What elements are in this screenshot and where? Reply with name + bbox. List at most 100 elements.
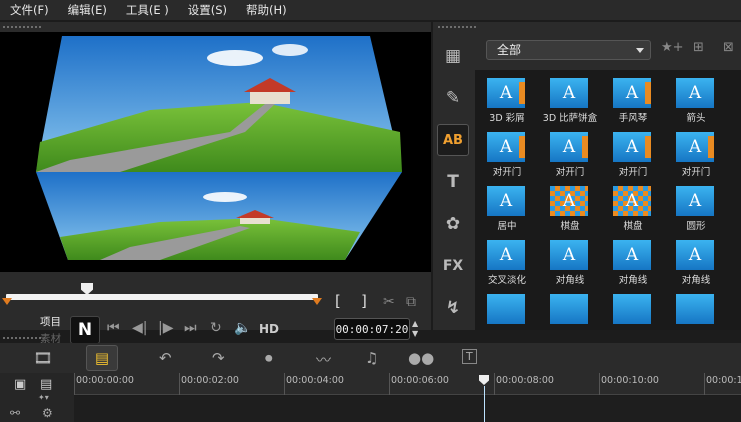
transition-item[interactable]: [666, 288, 726, 330]
player-scrub-bar[interactable]: [6, 294, 318, 300]
transition-item[interactable]: A 3D 彩屑: [477, 72, 537, 126]
prev-frame-icon[interactable]: ◀|: [132, 320, 147, 336]
timeline-ruler[interactable]: 00:00:00:00 00:00:02:00 00:00:04:00 00:00:0…: [74, 373, 741, 395]
auto-music-icon[interactable]: ♫: [365, 349, 378, 367]
library-tabs: ▦ ✎ AB T ✿ FX ↯: [433, 36, 471, 330]
library-grip[interactable]: [437, 25, 477, 29]
project-mode-label[interactable]: 项目: [40, 314, 61, 329]
transition-label: 3D 比萨饼盒: [542, 113, 598, 124]
player-grip[interactable]: [2, 25, 42, 29]
add-favorite-icon[interactable]: ★+: [661, 40, 684, 55]
transition-item[interactable]: A 手风琴: [603, 72, 663, 126]
track-manager-icon[interactable]: ✦▾: [38, 393, 49, 402]
transition-item[interactable]: A 对开门: [540, 126, 600, 180]
scissors-icon[interactable]: ✂: [383, 294, 395, 310]
mark-out-button[interactable]: ]: [361, 292, 367, 310]
overlay-track-icon[interactable]: ▤: [40, 377, 52, 392]
ruler-tick-label: 00:00:10:00: [601, 375, 659, 386]
transition-item[interactable]: [477, 288, 537, 330]
transition-tab[interactable]: AB: [437, 124, 469, 156]
menu-settings[interactable]: 设置(S): [178, 2, 236, 18]
transition-item[interactable]: A 棋盘: [540, 180, 600, 234]
ruler-tick-label: 00:00:02:00: [181, 375, 239, 386]
transition-label: 棋盘: [623, 221, 643, 232]
ruler-tick: [704, 373, 705, 395]
volume-icon[interactable]: 🔈: [234, 320, 251, 336]
repeat-icon[interactable]: ↻: [210, 320, 222, 336]
transition-thumbnail: [487, 294, 525, 324]
transition-item[interactable]: A 对开门: [666, 126, 726, 180]
record-capture-icon[interactable]: ⏺: [265, 349, 273, 367]
category-value: 全部: [497, 43, 522, 57]
next-frame-icon[interactable]: |▶: [158, 320, 173, 336]
enlarge-icon[interactable]: ⧉: [406, 294, 416, 310]
hd-preview-toggle[interactable]: HD: [259, 322, 279, 336]
transition-label: 对角线: [681, 275, 711, 286]
transition-thumbnail: A: [550, 132, 588, 162]
filter-tab[interactable]: FX: [437, 250, 469, 282]
ruler-tick-label: 00:00:12: [706, 375, 741, 386]
motion-tracking-icon[interactable]: ●●: [408, 349, 434, 367]
undo-icon[interactable]: ↶: [159, 349, 172, 367]
transition-item[interactable]: A 箭头: [666, 72, 726, 126]
video-track[interactable]: [74, 396, 741, 422]
video-track-icon[interactable]: ▣: [14, 377, 26, 392]
sound-mixer-icon[interactable]: 〰: [316, 349, 331, 370]
home-icon[interactable]: ⏮: [107, 320, 120, 336]
transition-thumbnail: A: [550, 240, 588, 270]
timeline-grip[interactable]: [2, 336, 42, 340]
transition-thumbnail: [613, 294, 651, 324]
mark-in-button[interactable]: [: [335, 292, 341, 310]
transition-item[interactable]: A 圆形: [666, 180, 726, 234]
options-icon[interactable]: ⊠: [723, 40, 734, 55]
transition-item[interactable]: A 交叉淡化: [477, 234, 537, 288]
media-tab-icon[interactable]: ▦: [437, 40, 469, 72]
transition-thumbnail: A: [487, 78, 525, 108]
transition-thumbnail: A: [676, 186, 714, 216]
transition-label: 箭头: [686, 113, 706, 124]
play-button[interactable]: N: [70, 316, 100, 344]
ruler-tick: [494, 373, 495, 395]
transition-item[interactable]: A 3D 比萨饼盒: [540, 72, 600, 126]
transition-grid: A 3D 彩屑 A 3D 比萨饼盒 A 手风琴 A 箭头 A 对开门 A 对开门 A 对开门 A 对开门 A 居中…: [475, 70, 741, 330]
end-icon[interactable]: ⏭: [184, 320, 197, 336]
redo-icon[interactable]: ↷: [212, 349, 225, 367]
transition-item[interactable]: A 对角线: [666, 234, 726, 288]
subtitle-editor-button[interactable]: T: [462, 349, 477, 364]
timeline-toolbar: 🎞 ▤ ↶ ↷ ⏺ 〰 ♫ ●● T: [0, 343, 741, 373]
timeline-view-icon[interactable]: ▤: [86, 345, 118, 371]
transition-item[interactable]: A 对角线: [603, 234, 663, 288]
trim-start-marker[interactable]: [2, 298, 12, 305]
transition-item[interactable]: A 对角线: [540, 234, 600, 288]
transition-item[interactable]: A 棋盘: [603, 180, 663, 234]
menu-edit[interactable]: 编辑(E): [58, 2, 116, 18]
path-tab-icon[interactable]: ↯: [437, 292, 469, 324]
category-dropdown[interactable]: 全部: [486, 40, 651, 60]
transition-item[interactable]: A 对开门: [477, 126, 537, 180]
transition-item[interactable]: [603, 288, 663, 330]
track-visibility-icon[interactable]: ⚯: [10, 406, 20, 420]
instant-project-tab-icon[interactable]: ✎: [437, 82, 469, 114]
menu-help[interactable]: 帮助(H): [236, 2, 296, 18]
transition-label: 对开门: [492, 167, 522, 178]
menu-tools[interactable]: 工具(E ): [116, 2, 178, 18]
ruler-tick-label: 00:00:00:00: [76, 375, 134, 386]
chevron-down-icon: [636, 48, 644, 53]
transition-item[interactable]: [540, 288, 600, 330]
transition-label: 圆形: [686, 221, 706, 232]
transition-thumbnail: A: [487, 186, 525, 216]
apply-to-all-icon[interactable]: ⊞: [693, 40, 704, 55]
trim-end-marker[interactable]: [312, 298, 322, 305]
title-tab[interactable]: T: [437, 166, 469, 198]
transition-thumbnail: [676, 294, 714, 324]
transition-item[interactable]: A 对开门: [603, 126, 663, 180]
timecode-spinner[interactable]: ▲ ▼: [412, 319, 418, 339]
menu-file[interactable]: 文件(F): [0, 2, 58, 18]
storyboard-view-icon[interactable]: 🎞: [27, 345, 59, 371]
graphics-tab-icon[interactable]: ✿: [437, 208, 469, 240]
transition-label: 居中: [497, 221, 517, 232]
track-lock-icon[interactable]: ⚙: [42, 406, 53, 420]
transition-item[interactable]: A 居中: [477, 180, 537, 234]
transition-thumbnail: A: [676, 132, 714, 162]
timecode-field[interactable]: 00:00:07:20: [334, 318, 410, 340]
